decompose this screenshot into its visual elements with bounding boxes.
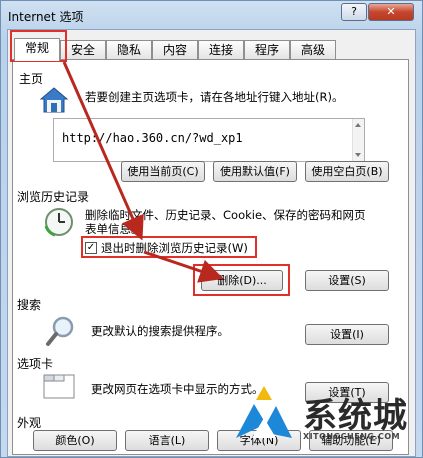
help-button[interactable]: ? <box>341 3 367 21</box>
watermark-text: 系统城 <box>303 396 408 436</box>
history-description-line2: 表单信息。 <box>85 222 143 236</box>
appearance-section-label: 外观 <box>17 416 42 430</box>
home-description: 若要创建主页选项卡，请在各地址行键入地址(R)。 <box>85 90 344 104</box>
search-magnifier-icon <box>46 316 74 346</box>
scroll-up-icon[interactable] <box>355 123 361 127</box>
title-bar[interactable]: Internet 选项 ? ✕ <box>1 1 422 29</box>
history-section-label: 浏览历史记录 <box>17 190 90 204</box>
tab-general[interactable]: 常规 <box>14 38 60 61</box>
close-button[interactable]: ✕ <box>368 3 414 21</box>
tab-privacy[interactable]: 隐私 <box>106 40 152 60</box>
home-icon <box>39 87 69 113</box>
languages-button[interactable]: 语言(L) <box>125 430 209 451</box>
tab-connections[interactable]: 连接 <box>198 40 244 60</box>
colors-button[interactable]: 颜色(O) <box>33 430 117 451</box>
tab-programs[interactable]: 程序 <box>244 40 290 60</box>
watermark-logo-icon <box>236 386 292 438</box>
scroll-down-icon[interactable] <box>355 153 361 157</box>
history-description-line1: 删除临时文件、历史记录、Cookie、保存的密码和网页 <box>85 208 366 222</box>
window-title: Internet 选项 <box>8 10 84 24</box>
home-url-value: http://hao.360.cn/?wd_xp1 <box>62 131 243 145</box>
tabs-window-icon <box>43 374 75 399</box>
search-settings-button[interactable]: 设置(I) <box>305 324 389 345</box>
tab-advanced[interactable]: 高级 <box>290 40 336 60</box>
history-settings-button[interactable]: 设置(S) <box>305 270 389 291</box>
url-scrollbar[interactable] <box>352 119 364 161</box>
checkbox-highlight-box <box>81 236 257 258</box>
history-clock-icon <box>44 208 73 237</box>
use-blank-button[interactable]: 使用空白页(B) <box>305 161 389 182</box>
home-section-label: 主页 <box>19 72 44 86</box>
search-section-label: 搜索 <box>17 298 42 312</box>
watermark-subtext: XITONGCHENG.COM <box>303 432 401 441</box>
delete-highlight-box <box>193 264 290 296</box>
tabs-section-label: 选项卡 <box>17 357 54 371</box>
use-default-button[interactable]: 使用默认值(F) <box>213 161 297 182</box>
search-description: 更改默认的搜索提供程序。 <box>91 324 229 338</box>
tab-content[interactable]: 内容 <box>152 40 198 60</box>
home-url-input[interactable]: http://hao.360.cn/?wd_xp1 <box>53 118 365 162</box>
use-current-button[interactable]: 使用当前页(C) <box>121 161 205 182</box>
